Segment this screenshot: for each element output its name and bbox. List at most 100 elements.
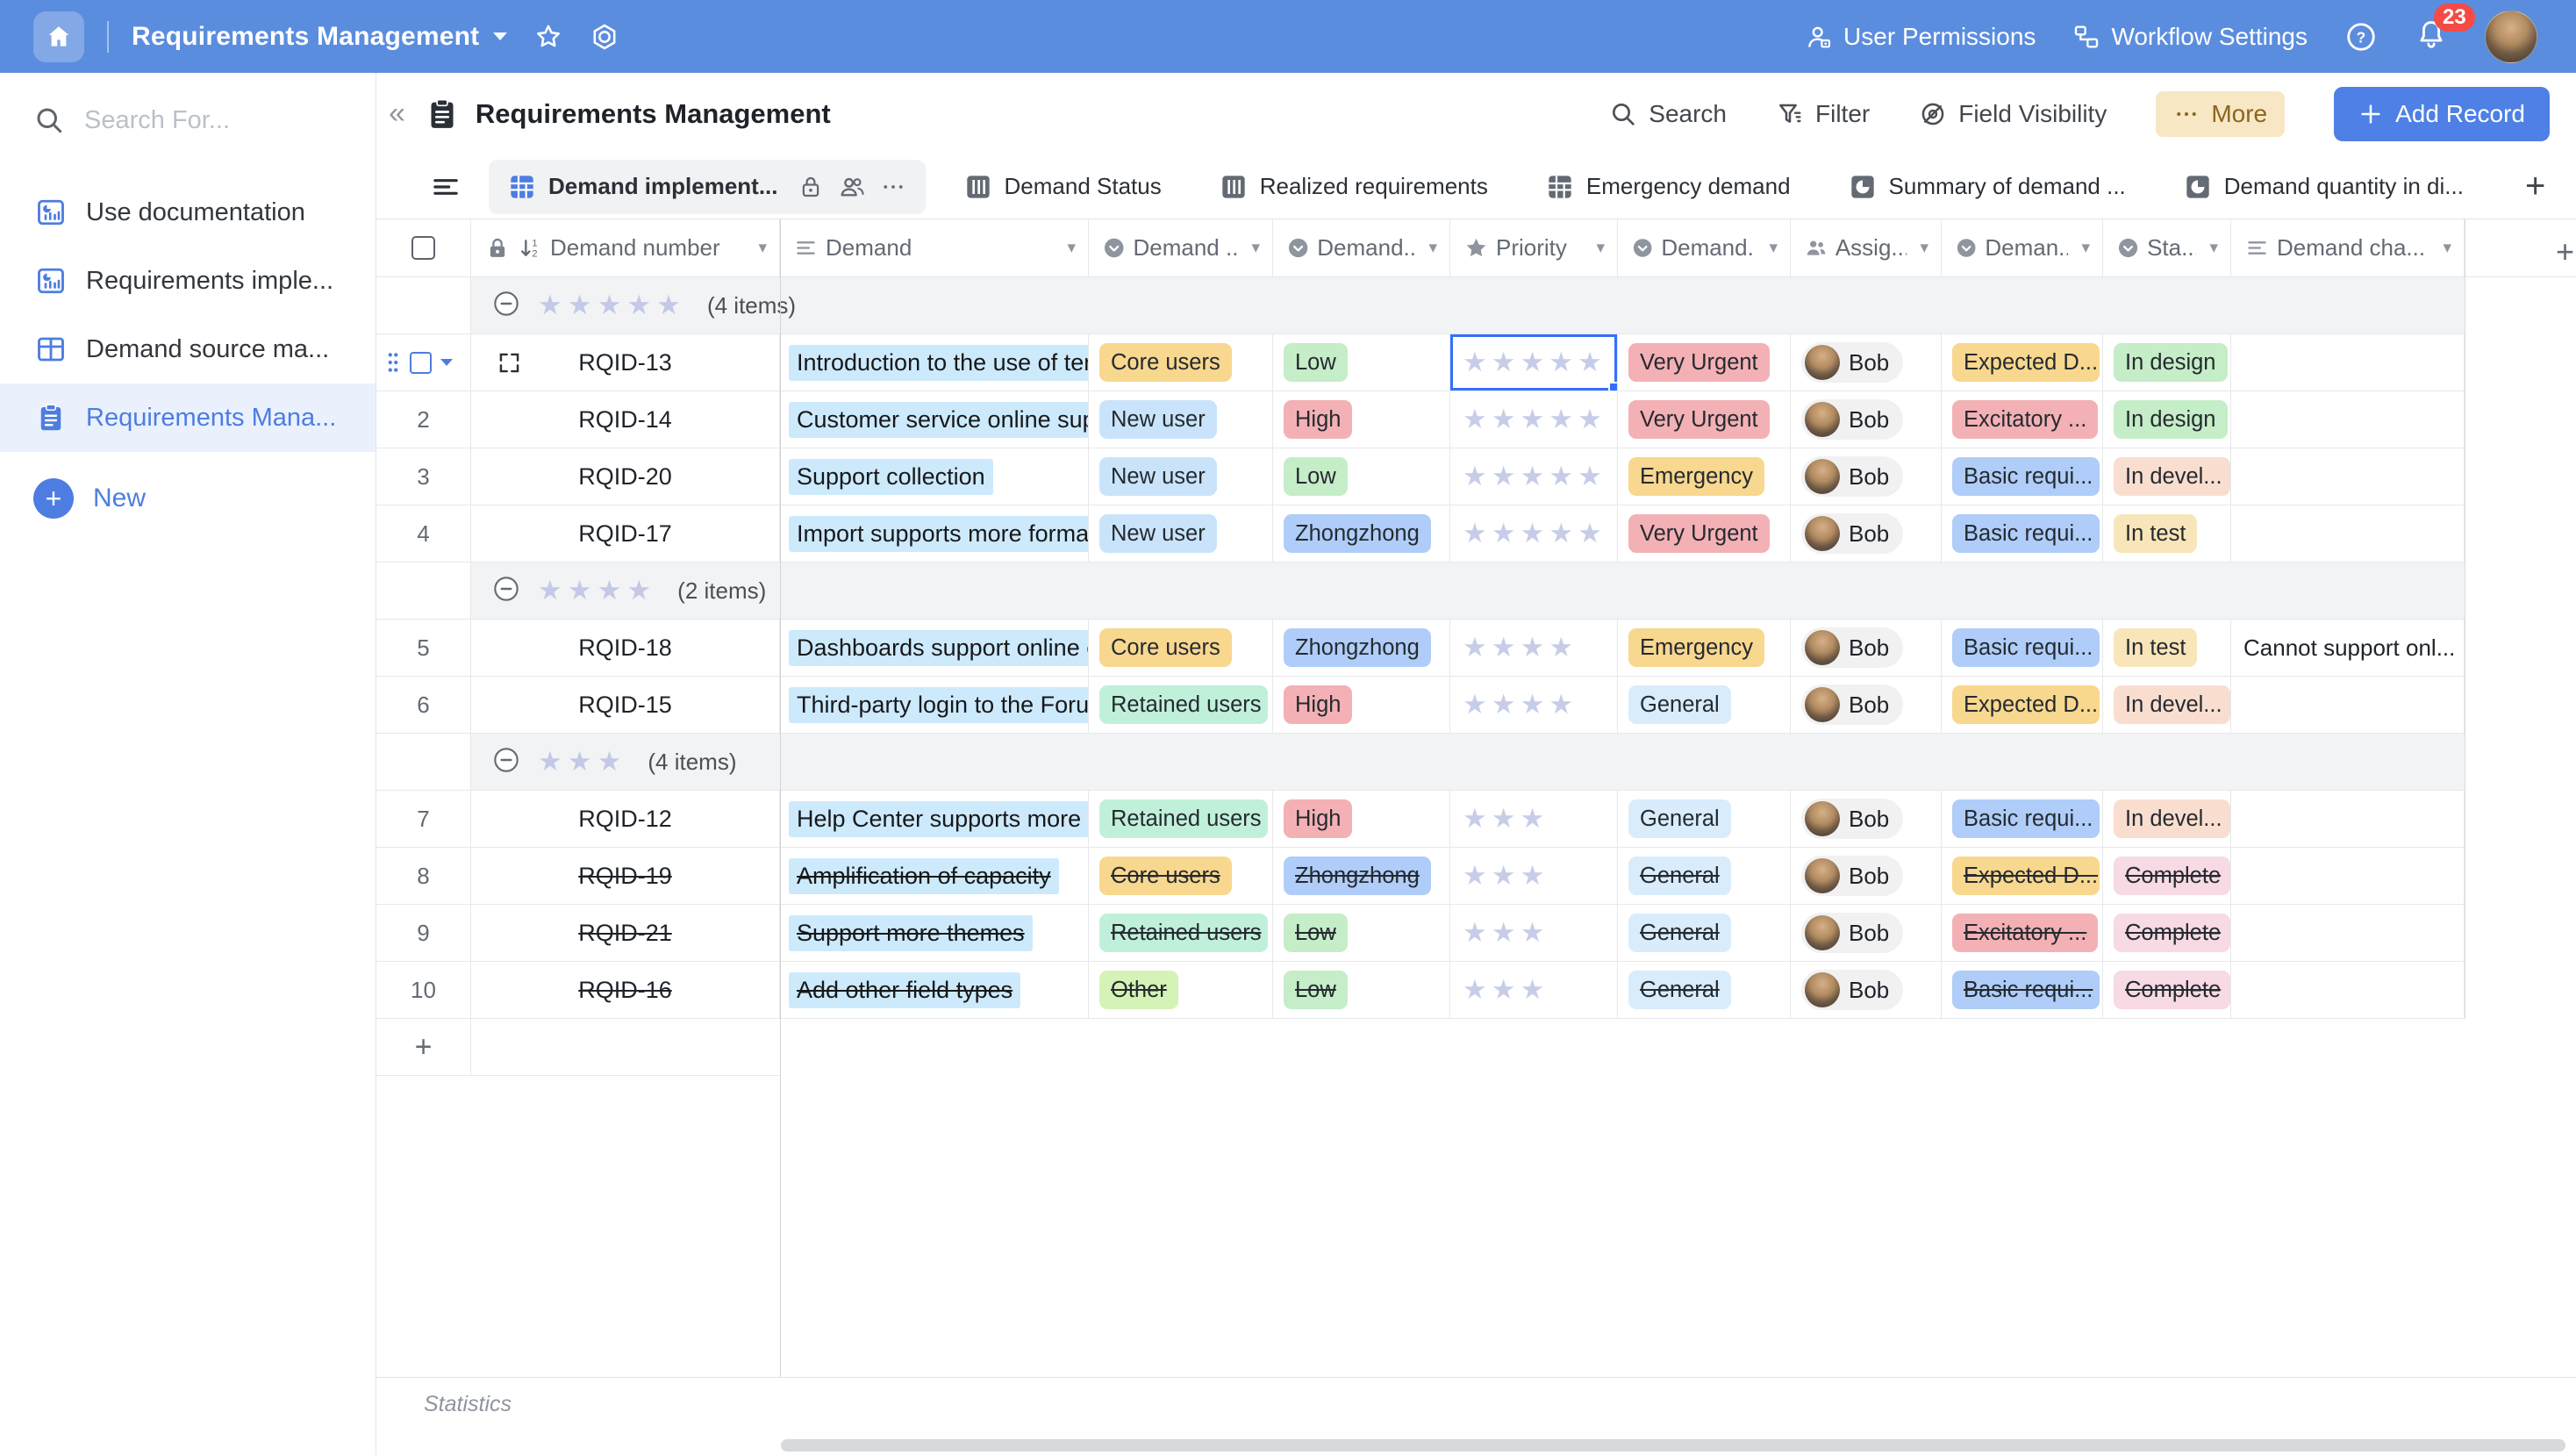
- column-menu-caret[interactable]: ▾: [1423, 238, 1437, 258]
- row-head[interactable]: 7: [376, 791, 471, 848]
- settings-button[interactable]: [590, 22, 619, 52]
- view-list-button[interactable]: [431, 172, 461, 202]
- cell-demand-urgency[interactable]: Emergency: [1618, 448, 1791, 505]
- cell-demand-source[interactable]: Core users: [1089, 334, 1273, 391]
- cell-status[interactable]: Complete: [2103, 905, 2231, 962]
- cell-demand-type[interactable]: Expected D...: [1942, 677, 2103, 734]
- column-menu-caret[interactable]: ▾: [1062, 238, 1076, 258]
- cell-demand[interactable]: Support collection: [780, 448, 1089, 505]
- cell-demand-urgency[interactable]: General: [1618, 905, 1791, 962]
- view-tab-2[interactable]: Realized requirements: [1220, 173, 1488, 201]
- cell-demand[interactable]: Add other field types: [780, 962, 1089, 1019]
- column-header-6[interactable]: Assig...▾: [1791, 219, 1942, 276]
- cell-assignee[interactable]: Bob: [1791, 905, 1942, 962]
- cell-demand-source[interactable]: Retained users: [1089, 677, 1273, 734]
- cell-priority[interactable]: ★★★★★: [1450, 391, 1618, 448]
- favorite-star-button[interactable]: [533, 22, 563, 52]
- cell-demand-type[interactable]: Excitatory ...: [1942, 391, 2103, 448]
- cell-demand-characteristics[interactable]: [2231, 448, 2465, 505]
- view-tab-0[interactable]: Demand implement...: [489, 160, 926, 214]
- assignee-chip[interactable]: Bob: [1801, 627, 1903, 668]
- assignee-chip[interactable]: Bob: [1801, 913, 1903, 953]
- user-avatar[interactable]: [2485, 11, 2537, 63]
- column-header-7[interactable]: Deman...▾: [1942, 219, 2103, 276]
- table-row[interactable]: 7RQID-12Help Center supports more arReta…: [376, 791, 2576, 848]
- cell-priority[interactable]: ★★★★★: [1450, 448, 1618, 505]
- row-head[interactable]: 4: [376, 505, 471, 563]
- user-permissions-button[interactable]: User Permissions: [1805, 23, 2036, 51]
- row-caret-icon[interactable]: [440, 359, 453, 366]
- cell-demand-urgency[interactable]: General: [1618, 677, 1791, 734]
- cell-priority[interactable]: ★★★: [1450, 848, 1618, 905]
- cell-demand[interactable]: Import supports more formats: [780, 505, 1089, 563]
- select-all-checkbox[interactable]: [411, 236, 435, 260]
- cell-demand-type[interactable]: Basic requi...: [1942, 791, 2103, 848]
- priority-stars[interactable]: ★★★★★: [1463, 404, 1606, 435]
- row-head[interactable]: 3: [376, 448, 471, 505]
- cell-demand-number[interactable]: RQID-21: [471, 905, 780, 962]
- cell-demand-characteristics[interactable]: [2231, 505, 2465, 563]
- field-visibility-button[interactable]: Field Visibility: [1919, 100, 2107, 128]
- add-view-button[interactable]: +: [2525, 167, 2545, 206]
- table-row[interactable]: 10RQID-16Add other field typesOtherLow★★…: [376, 962, 2576, 1019]
- cell-demand-source[interactable]: New user: [1089, 505, 1273, 563]
- cell-priority[interactable]: ★★★★: [1450, 677, 1618, 734]
- column-header-5[interactable]: Demand...▾: [1618, 219, 1791, 276]
- assignee-chip[interactable]: Bob: [1801, 970, 1903, 1010]
- column-header-3[interactable]: Demand...▾: [1273, 219, 1450, 276]
- table-row[interactable]: 6RQID-15Third-party login to the ForumRe…: [376, 677, 2576, 734]
- home-button[interactable]: [33, 11, 84, 62]
- priority-stars[interactable]: ★★★: [1463, 860, 1549, 892]
- column-menu-caret[interactable]: ▾: [1764, 238, 1778, 258]
- row-head[interactable]: 5: [376, 620, 471, 677]
- priority-stars[interactable]: ★★★: [1463, 917, 1549, 949]
- sidebar-search[interactable]: Search For...: [0, 73, 376, 136]
- column-menu-caret[interactable]: ▾: [2076, 238, 2090, 258]
- column-menu-caret[interactable]: ▾: [1246, 238, 1260, 258]
- cell-demand-number[interactable]: RQID-13: [471, 334, 780, 391]
- expand-record-button[interactable]: [497, 351, 521, 379]
- cell-demand-characteristics[interactable]: [2231, 791, 2465, 848]
- cell-demand-urgency[interactable]: Very Urgent: [1618, 334, 1791, 391]
- cell-priority[interactable]: ★★★★★: [1450, 334, 1618, 391]
- assignee-chip[interactable]: Bob: [1801, 342, 1903, 383]
- cell-status[interactable]: In test: [2103, 620, 2231, 677]
- cell-demand-number[interactable]: RQID-17: [471, 505, 780, 563]
- cell-status[interactable]: In design: [2103, 334, 2231, 391]
- column-header-9[interactable]: Demand cha...▾: [2231, 219, 2465, 276]
- cell-demand-number[interactable]: RQID-12: [471, 791, 780, 848]
- cell-demand-number[interactable]: RQID-16: [471, 962, 780, 1019]
- cell-demand-level[interactable]: Zhongzhong: [1273, 505, 1450, 563]
- priority-stars[interactable]: ★★★: [1463, 803, 1549, 835]
- cell-demand-urgency[interactable]: General: [1618, 791, 1791, 848]
- column-header-4[interactable]: Priority▾: [1450, 219, 1618, 276]
- cell-demand-number[interactable]: RQID-14: [471, 391, 780, 448]
- cell-priority[interactable]: ★★★: [1450, 905, 1618, 962]
- cell-demand-source[interactable]: Core users: [1089, 848, 1273, 905]
- cell-demand-level[interactable]: High: [1273, 791, 1450, 848]
- assignee-chip[interactable]: Bob: [1801, 856, 1903, 896]
- cell-demand-number[interactable]: RQID-15: [471, 677, 780, 734]
- add-record-row[interactable]: +: [376, 1019, 2576, 1076]
- sidebar-item-1[interactable]: Requirements imple...: [0, 247, 376, 315]
- collapse-sidebar-button[interactable]: «: [389, 97, 405, 131]
- column-menu-caret[interactable]: ▾: [753, 238, 767, 258]
- row-head[interactable]: 6: [376, 677, 471, 734]
- column-header-1[interactable]: Demand▾: [780, 219, 1089, 276]
- search-button[interactable]: Search: [1609, 100, 1727, 128]
- cell-demand-level[interactable]: High: [1273, 677, 1450, 734]
- cell-demand-type[interactable]: Basic requi...: [1942, 505, 2103, 563]
- cell-demand-characteristics[interactable]: [2231, 391, 2465, 448]
- cell-demand-characteristics[interactable]: [2231, 962, 2465, 1019]
- table-row[interactable]: 2RQID-14Customer service online suppNew …: [376, 391, 2576, 448]
- sidebar-item-0[interactable]: Use documentation: [0, 178, 376, 247]
- cell-demand-type[interactable]: Basic requi...: [1942, 962, 2103, 1019]
- cell-fill-handle[interactable]: [1608, 382, 1618, 391]
- notifications-button[interactable]: 23: [2415, 18, 2448, 55]
- table-row[interactable]: 5RQID-18Dashboards support online edCore…: [376, 620, 2576, 677]
- cell-demand-source[interactable]: Core users: [1089, 620, 1273, 677]
- assignee-chip[interactable]: Bob: [1801, 799, 1903, 839]
- assignee-chip[interactable]: Bob: [1801, 399, 1903, 440]
- cell-demand-urgency[interactable]: Very Urgent: [1618, 391, 1791, 448]
- cell-demand-number[interactable]: RQID-19: [471, 848, 780, 905]
